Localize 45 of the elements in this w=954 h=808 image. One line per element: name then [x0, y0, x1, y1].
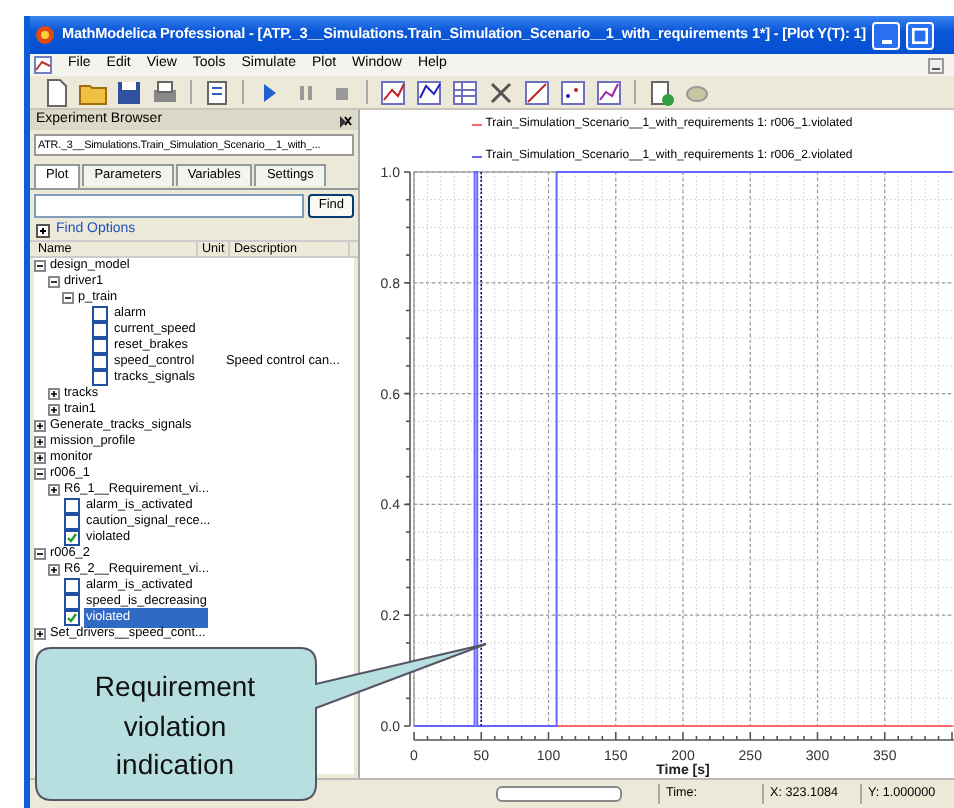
- checkbox[interactable]: [64, 610, 80, 626]
- expand-icon[interactable]: [48, 404, 60, 416]
- plot-icon[interactable]: [378, 77, 408, 107]
- checkbox[interactable]: [64, 594, 80, 610]
- minimize-button[interactable]: [872, 21, 900, 49]
- chart-icon[interactable]: [522, 77, 552, 107]
- app-icon: [34, 24, 56, 46]
- callout-text: Requirement violation indication: [92, 668, 258, 784]
- chart-icon[interactable]: [594, 77, 624, 107]
- plot-icon[interactable]: [414, 77, 444, 107]
- document-icon: [34, 56, 52, 74]
- maximize-icon: [912, 27, 928, 43]
- expand-icon[interactable]: [34, 436, 46, 448]
- collapse-icon[interactable]: [34, 468, 46, 480]
- checkbox[interactable]: [92, 354, 108, 370]
- checkbox[interactable]: [64, 578, 80, 594]
- minimize-icon: [881, 39, 891, 43]
- status-field: [496, 786, 622, 802]
- checkbox[interactable]: [92, 338, 108, 354]
- checkbox[interactable]: [64, 514, 80, 530]
- expand-icon[interactable]: [48, 564, 60, 576]
- print-icon[interactable]: [150, 77, 180, 107]
- expand-icon[interactable]: [48, 388, 60, 400]
- delete-icon[interactable]: [486, 77, 516, 107]
- properties-icon[interactable]: [202, 77, 232, 107]
- checkbox[interactable]: [64, 530, 80, 546]
- checkbox[interactable]: [92, 306, 108, 322]
- expand-icon[interactable]: [34, 420, 46, 432]
- search-field[interactable]: [34, 194, 305, 218]
- collapse-icon[interactable]: [62, 292, 74, 304]
- checkbox[interactable]: [92, 370, 108, 386]
- scatter-icon[interactable]: [558, 77, 588, 107]
- checkbox[interactable]: [64, 498, 80, 514]
- expand-icon[interactable]: [36, 224, 50, 238]
- collapse-icon[interactable]: [34, 260, 46, 272]
- collapse-icon[interactable]: [34, 548, 46, 560]
- export-icon[interactable]: [646, 77, 676, 107]
- collapse-icon[interactable]: [48, 276, 60, 288]
- maximize-button[interactable]: [906, 21, 934, 49]
- expand-icon[interactable]: [34, 452, 46, 464]
- save-icon[interactable]: [114, 77, 144, 107]
- expand-icon[interactable]: [48, 484, 60, 496]
- checkbox[interactable]: [92, 322, 108, 338]
- expand-icon[interactable]: [34, 628, 46, 640]
- table-icon[interactable]: [450, 77, 480, 107]
